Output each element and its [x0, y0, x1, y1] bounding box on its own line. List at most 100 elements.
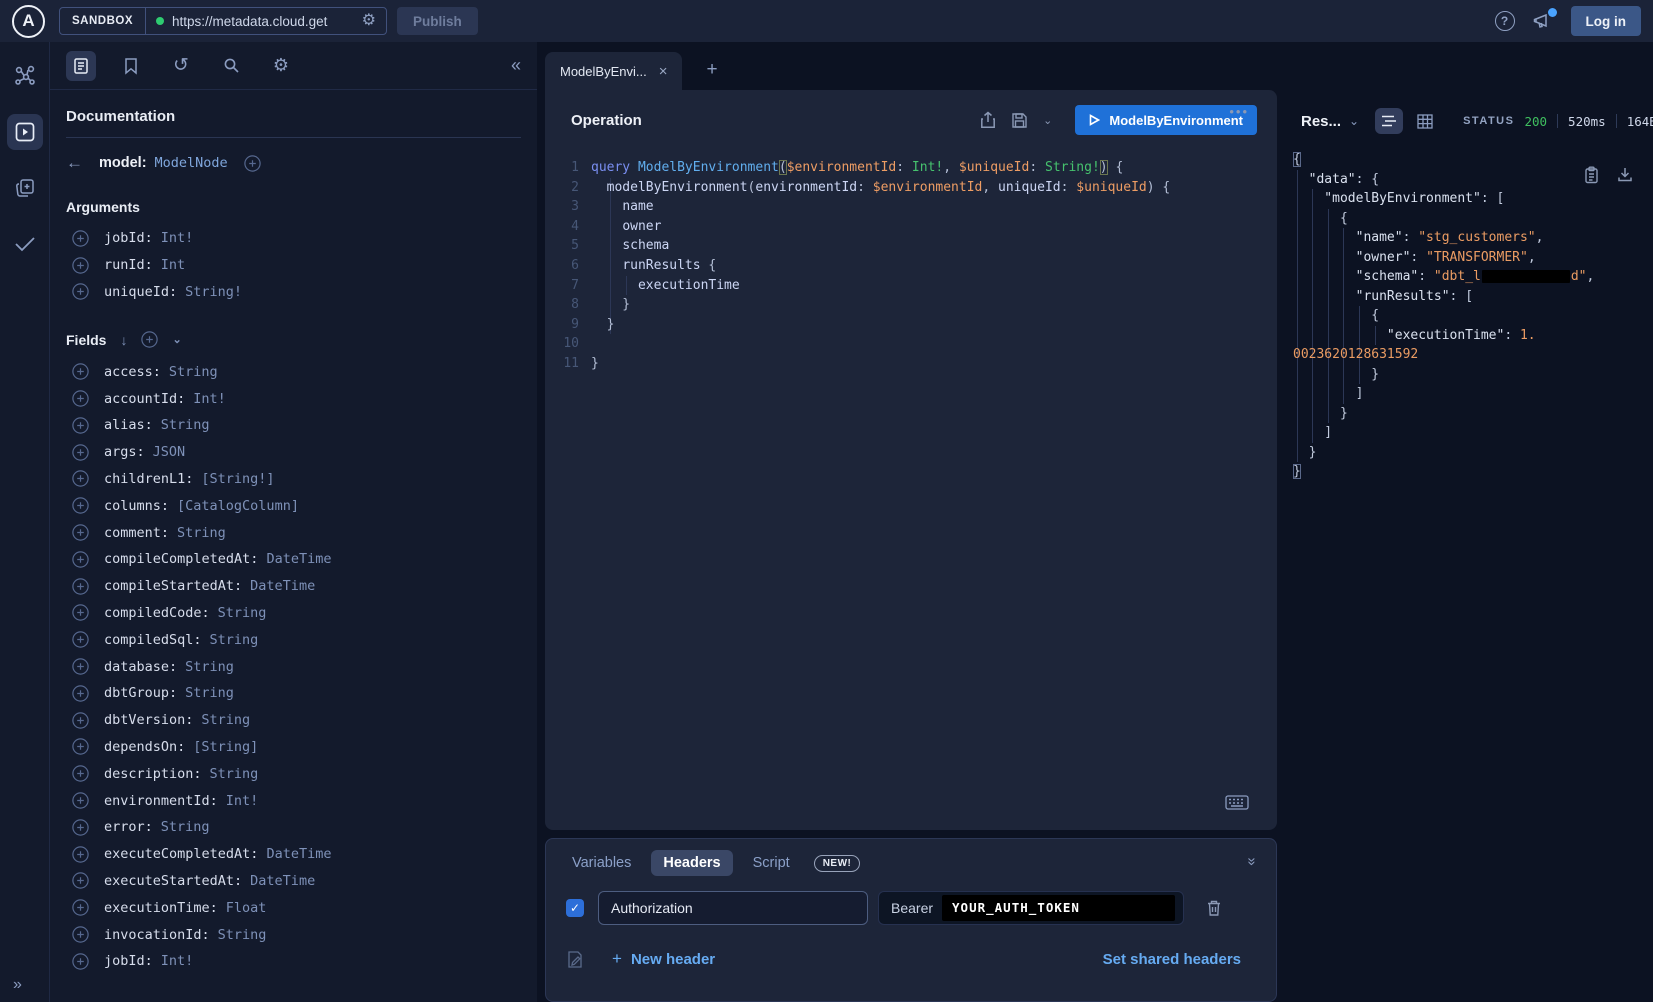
- field-row[interactable]: compileStartedAt:DateTime: [72, 573, 521, 600]
- add-field-plus-icon[interactable]: [72, 712, 89, 729]
- field-row[interactable]: executeCompletedAt:DateTime: [72, 841, 521, 868]
- add-field-plus-icon[interactable]: [72, 926, 89, 943]
- field-row[interactable]: description:String: [72, 760, 521, 787]
- save-headers-to-collection-icon[interactable]: [566, 950, 584, 969]
- operation-tab[interactable]: ModelByEnvi... ×: [545, 52, 682, 90]
- argument-row[interactable]: jobId:Int!: [72, 225, 521, 252]
- sort-fields-icon[interactable]: ↓: [120, 332, 127, 348]
- add-field-plus-icon[interactable]: [72, 363, 89, 380]
- add-field-plus-icon[interactable]: [72, 953, 89, 970]
- delete-header-icon[interactable]: [1206, 899, 1222, 917]
- save-operation-icon[interactable]: [1011, 112, 1028, 129]
- argument-row[interactable]: runId:Int: [72, 252, 521, 279]
- field-row[interactable]: compiledSql:String: [72, 626, 521, 653]
- add-field-plus-icon[interactable]: [72, 257, 89, 274]
- field-row[interactable]: dependsOn:[String]: [72, 734, 521, 761]
- collapse-sidebar-icon[interactable]: «: [511, 55, 521, 76]
- field-row[interactable]: executeStartedAt:DateTime: [72, 868, 521, 895]
- endpoint-url-box[interactable]: https://metadata.cloud.get ⚙: [146, 8, 386, 34]
- add-field-plus-icon[interactable]: [72, 765, 89, 782]
- header-enabled-checkbox[interactable]: ✓: [566, 899, 584, 917]
- documentation-tab-icon[interactable]: [66, 51, 96, 81]
- tab-variables[interactable]: Variables: [560, 850, 643, 876]
- field-row[interactable]: jobId:Int!: [72, 948, 521, 975]
- search-icon[interactable]: [216, 51, 246, 81]
- add-field-plus-icon[interactable]: [72, 390, 89, 407]
- tab-headers[interactable]: Headers: [651, 850, 732, 876]
- share-operation-icon[interactable]: [980, 111, 996, 129]
- field-row[interactable]: error:String: [72, 814, 521, 841]
- back-arrow-icon[interactable]: ←: [66, 153, 83, 173]
- collapse-panel-icon[interactable]: »: [1243, 857, 1260, 865]
- header-value-input[interactable]: Bearer YOUR_AUTH_TOKEN: [878, 891, 1184, 925]
- field-row[interactable]: environmentId:Int!: [72, 787, 521, 814]
- table-view-toggle-icon[interactable]: [1411, 108, 1439, 134]
- expand-rail-icon[interactable]: »: [13, 976, 22, 994]
- add-field-plus-icon[interactable]: [72, 738, 89, 755]
- add-field-plus-icon[interactable]: [72, 551, 89, 568]
- field-row[interactable]: childrenL1:[String!]: [72, 466, 521, 493]
- add-field-plus-icon[interactable]: [72, 658, 89, 675]
- add-field-plus-icon[interactable]: [72, 846, 89, 863]
- editor-menu-icon[interactable]: •••: [1229, 104, 1249, 119]
- add-field-plus-icon[interactable]: [72, 524, 89, 541]
- login-button[interactable]: Log in: [1571, 6, 1642, 36]
- field-row[interactable]: alias:String: [72, 412, 521, 439]
- response-dropdown-chevron-icon[interactable]: ⌄: [1349, 114, 1359, 128]
- announcements-megaphone-icon[interactable]: [1533, 12, 1553, 30]
- new-header-button[interactable]: + New header: [612, 949, 715, 969]
- add-field-plus-icon[interactable]: [72, 230, 89, 247]
- response-json-viewer[interactable]: { "data": { "modelByEnvironment": [ { "n…: [1287, 150, 1653, 482]
- header-key-input[interactable]: [598, 891, 868, 925]
- graphql-query-editor[interactable]: 1query ModelByEnvironment($environmentId…: [545, 150, 1277, 830]
- collections-icon[interactable]: [7, 170, 43, 206]
- checks-icon[interactable]: [7, 226, 43, 262]
- bookmarks-icon[interactable]: [116, 51, 146, 81]
- download-response-icon[interactable]: [1617, 166, 1633, 184]
- close-tab-icon[interactable]: ×: [659, 63, 668, 80]
- copy-response-icon[interactable]: [1584, 166, 1599, 184]
- add-field-plus-icon[interactable]: [72, 283, 89, 300]
- add-field-plus-icon[interactable]: [72, 685, 89, 702]
- field-row[interactable]: dbtVersion:String: [72, 707, 521, 734]
- auth-token-value[interactable]: YOUR_AUTH_TOKEN: [942, 895, 1175, 921]
- publish-button[interactable]: Publish: [397, 7, 478, 35]
- add-field-plus-icon[interactable]: [72, 417, 89, 434]
- endpoint-settings-gear-icon[interactable]: ⚙: [362, 13, 376, 29]
- endpoint-url[interactable]: https://metadata.cloud.get: [172, 14, 354, 29]
- field-row[interactable]: executionTime:Float: [72, 894, 521, 921]
- field-row[interactable]: compiledCode:String: [72, 600, 521, 627]
- field-row[interactable]: comment:String: [72, 519, 521, 546]
- save-options-chevron-icon[interactable]: ⌄: [1043, 114, 1052, 127]
- add-field-plus-icon[interactable]: [72, 578, 89, 595]
- field-row[interactable]: args:JSON: [72, 439, 521, 466]
- field-row[interactable]: access:String: [72, 358, 521, 385]
- history-icon[interactable]: ↺: [166, 51, 196, 81]
- help-icon[interactable]: ?: [1495, 11, 1515, 31]
- tab-script[interactable]: Script: [741, 850, 802, 876]
- argument-row[interactable]: uniqueId:String!: [72, 279, 521, 306]
- fields-chevron-icon[interactable]: ⌄: [172, 333, 181, 346]
- response-title[interactable]: Res...: [1301, 113, 1341, 130]
- add-field-plus-icon[interactable]: [72, 899, 89, 916]
- add-field-plus-icon[interactable]: [72, 631, 89, 648]
- tree-view-toggle-icon[interactable]: [1375, 108, 1403, 134]
- explorer-nav-icon[interactable]: [7, 114, 43, 150]
- set-shared-headers-link[interactable]: Set shared headers: [1103, 951, 1241, 968]
- add-all-fields-icon[interactable]: [141, 331, 158, 348]
- new-tab-icon[interactable]: +: [706, 59, 717, 81]
- settings-gear-icon[interactable]: ⚙: [266, 51, 296, 81]
- add-field-plus-icon[interactable]: [72, 497, 89, 514]
- field-row[interactable]: accountId:Int!: [72, 385, 521, 412]
- field-row[interactable]: columns:[CatalogColumn]: [72, 492, 521, 519]
- add-field-plus-icon[interactable]: [72, 444, 89, 461]
- add-field-icon[interactable]: [244, 155, 261, 172]
- field-row[interactable]: compileCompletedAt:DateTime: [72, 546, 521, 573]
- add-field-plus-icon[interactable]: [72, 819, 89, 836]
- add-field-plus-icon[interactable]: [72, 872, 89, 889]
- add-field-plus-icon[interactable]: [72, 604, 89, 621]
- field-row[interactable]: database:String: [72, 653, 521, 680]
- breadcrumb-type[interactable]: ModelNode: [155, 155, 228, 171]
- add-field-plus-icon[interactable]: [72, 470, 89, 487]
- keyboard-shortcuts-icon[interactable]: [1225, 795, 1249, 810]
